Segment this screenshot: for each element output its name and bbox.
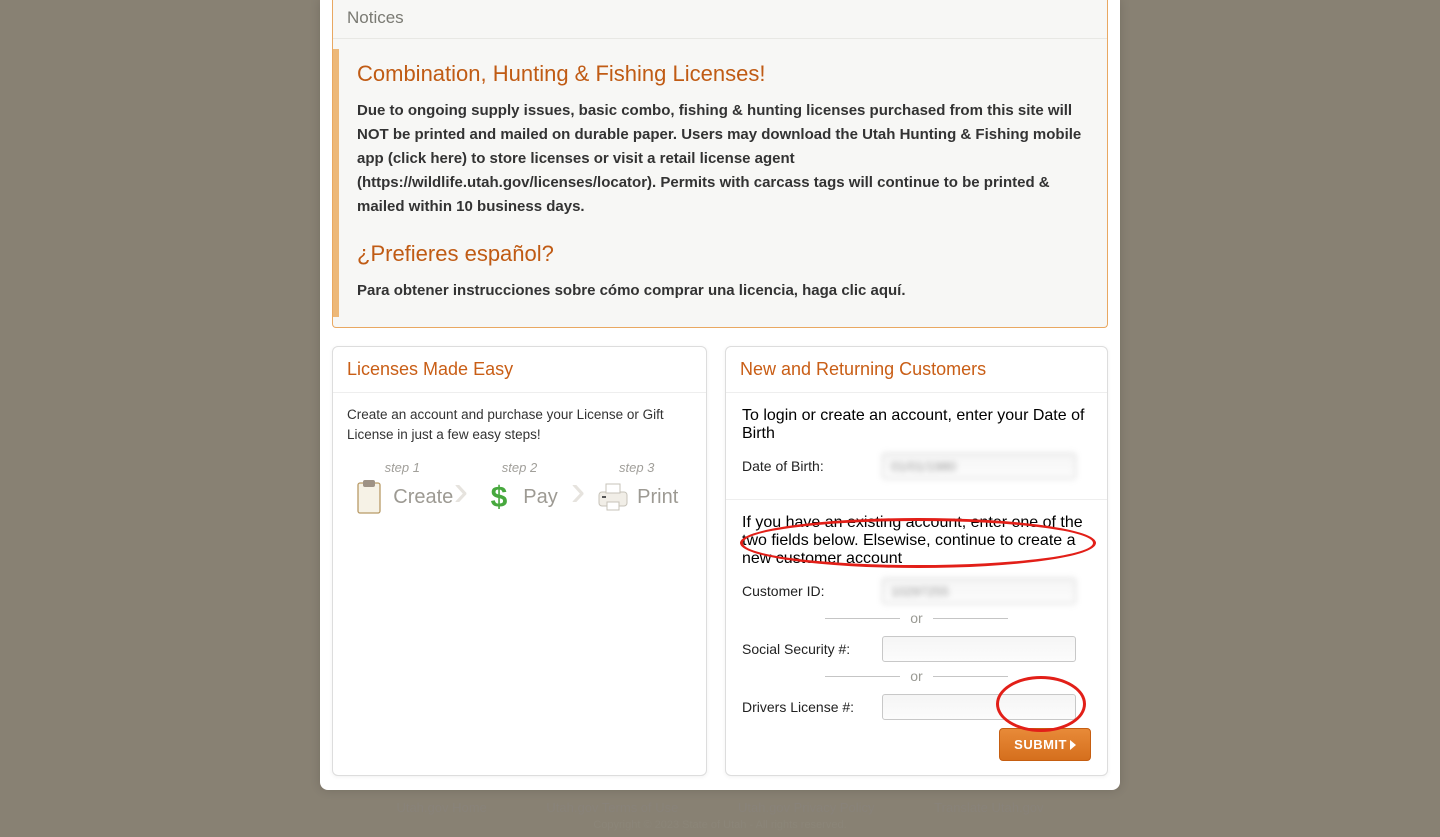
clipboard-icon	[351, 479, 387, 515]
drivers-license-label: Drivers License #:	[742, 699, 882, 715]
main-card: Notices Combination, Hunting & Fishing L…	[320, 0, 1120, 790]
notice-text: Para obtener instrucciones sobre cómo co…	[357, 279, 1087, 303]
notice-text: Due to ongoing supply issues, basic comb…	[357, 99, 1087, 219]
licenses-title: Licenses Made Easy	[347, 359, 692, 380]
submit-button[interactable]: SUBMIT	[999, 728, 1091, 761]
play-icon	[1070, 740, 1076, 750]
step-label: step 3	[619, 460, 654, 475]
login-title: New and Returning Customers	[740, 359, 1093, 380]
columns: Licenses Made Easy Create an account and…	[320, 328, 1120, 790]
step-label: step 2	[502, 460, 537, 475]
svg-text:$: $	[491, 481, 508, 514]
step-name: Print	[637, 486, 678, 509]
notices-tab[interactable]: Notices	[333, 0, 1107, 39]
step-label: step 1	[385, 460, 420, 475]
notice-title: Combination, Hunting & Fishing Licenses!	[357, 61, 1087, 87]
or-divider: or	[742, 668, 1091, 684]
login-intro-existing: If you have an existing account, enter o…	[742, 514, 1091, 568]
footer-link[interactable]: Utah.gov Terms of Use	[546, 800, 678, 815]
footer-link[interactable]: Translate Utah.gov	[934, 800, 1043, 815]
printer-icon	[595, 479, 631, 515]
footer-link[interactable]: Utah.gov Privacy Policy	[738, 800, 875, 815]
step-name: Create	[393, 486, 453, 509]
steps-graphic: step 1 Create ›	[347, 460, 692, 517]
licenses-intro: Create an account and purchase your Lice…	[347, 405, 692, 446]
footer-link[interactable]: Utah.gov Home	[396, 800, 486, 815]
dob-input[interactable]	[882, 453, 1076, 479]
login-intro-dob: To login or create an account, enter you…	[742, 407, 1091, 443]
dollar-icon: $	[481, 479, 517, 515]
or-divider: or	[742, 610, 1091, 626]
step-name: Pay	[523, 486, 557, 509]
submit-label: SUBMIT	[1014, 737, 1067, 752]
customer-id-input[interactable]	[882, 578, 1076, 604]
customer-id-label: Customer ID:	[742, 583, 882, 599]
dob-label: Date of Birth:	[742, 458, 882, 474]
notice-title: ¿Prefieres español?	[357, 241, 1087, 267]
notice-body: Combination, Hunting & Fishing Licenses!…	[333, 49, 1107, 317]
licenses-panel: Licenses Made Easy Create an account and…	[332, 346, 707, 776]
footer-links: Utah.gov Home Utah.gov Terms of Use Utah…	[0, 790, 1440, 819]
login-panel: New and Returning Customers To login or …	[725, 346, 1108, 776]
drivers-license-input[interactable]	[882, 694, 1076, 720]
ssn-label: Social Security #:	[742, 641, 882, 657]
ssn-input[interactable]	[882, 636, 1076, 662]
notices-panel: Notices Combination, Hunting & Fishing L…	[332, 0, 1108, 328]
copyright: Copyright © 2023 State of Utah - All rig…	[0, 819, 1440, 837]
